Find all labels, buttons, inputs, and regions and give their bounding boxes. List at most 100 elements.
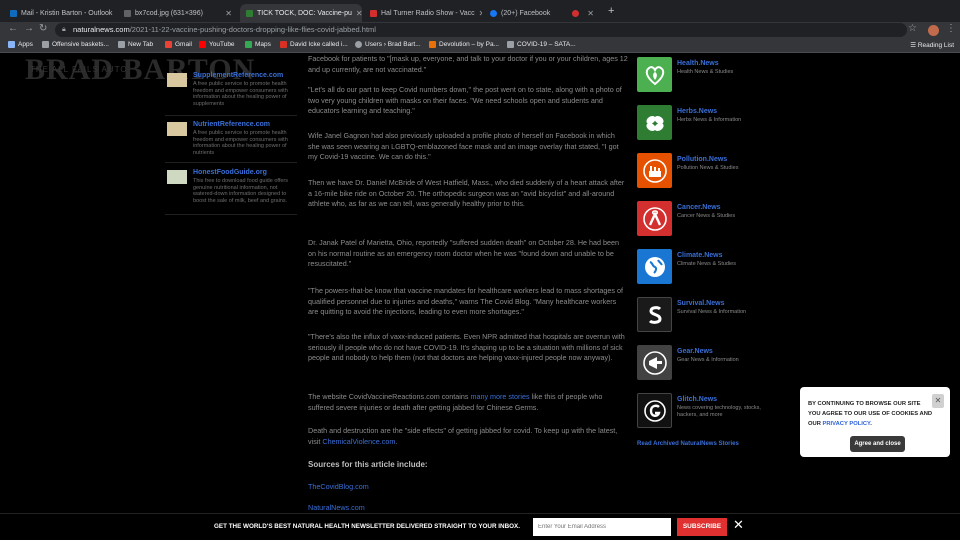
bookmark-david-icke[interactable]: David Icke called i...	[280, 41, 348, 48]
article-text: The website CovidVaccineReactions.com co…	[308, 392, 471, 401]
article-paragraph: Death and destruction are the "side effe…	[308, 426, 628, 447]
sponsor-title[interactable]: NutrientReference.com	[193, 121, 270, 128]
reading-list-icon: ☰	[910, 42, 918, 49]
sponsor-thumbnail	[167, 122, 187, 136]
email-field[interactable]	[533, 518, 671, 536]
subscribe-button[interactable]: SUBSCRIBE	[677, 518, 727, 536]
bookmark-icon	[507, 41, 514, 48]
bookmark-label: YouTube	[209, 41, 235, 48]
youtube-icon	[199, 41, 206, 48]
site-survival[interactable]: Survival.News Survival News & Informatio…	[637, 297, 777, 333]
bookmark-maps[interactable]: Maps	[245, 41, 271, 48]
site-title[interactable]: Pollution.News	[677, 156, 727, 163]
privacy-policy-link[interactable]: PRIVACY POLICY	[823, 421, 871, 427]
s-letter-icon	[637, 297, 672, 332]
bookmark-label: Devolution – by Pa...	[439, 41, 499, 48]
reload-icon[interactable]: ↻	[39, 23, 47, 34]
apps-icon	[8, 41, 15, 48]
close-icon[interactable]: ✕	[587, 9, 594, 18]
lock-icon: 🔒︎	[62, 26, 66, 33]
site-title[interactable]: Glitch.News	[677, 396, 717, 403]
naturalnews-icon	[246, 9, 253, 17]
site-desc: News covering technology, stocks, hacker…	[677, 405, 761, 418]
tab-article[interactable]: TICK TOCK, DOC: Vaccine-pu ✕	[240, 4, 362, 22]
bookmark-label: David Icke called i...	[290, 41, 348, 48]
cookie-message-end: .	[870, 421, 872, 427]
bookmark-covid[interactable]: COVID-19 – SATA...	[507, 41, 576, 48]
close-icon[interactable]: ✕	[733, 517, 744, 533]
leaves-icon	[637, 105, 672, 140]
facebook-icon	[490, 9, 497, 17]
tab-facebook[interactable]: (20+) Facebook ✕	[484, 4, 600, 22]
site-desc: Pollution News & Studies	[677, 165, 739, 171]
site-cancer[interactable]: Cancer.News Cancer News & Studies	[637, 201, 777, 237]
close-icon[interactable]: ✕	[932, 394, 944, 408]
article-link[interactable]: many more stories	[470, 392, 529, 401]
forward-icon[interactable]: →	[24, 23, 34, 34]
avatar[interactable]	[928, 25, 939, 36]
article-paragraph: The website CovidVaccineReactions.com co…	[308, 392, 628, 413]
bookmark-icon	[42, 41, 49, 48]
reading-list-button[interactable]: ☰ Reading List	[910, 41, 954, 49]
site-title[interactable]: Cancer.News	[677, 204, 721, 211]
site-desc: Climate News & Studies	[677, 261, 736, 267]
bookmark-icon	[429, 41, 436, 48]
recording-icon	[572, 9, 580, 17]
bookmark-star-icon[interactable]: ☆	[908, 23, 917, 34]
bookmark-devolution[interactable]: Devolution – by Pa...	[429, 41, 499, 48]
article-paragraph: "Let's all do our part to keep Covid num…	[308, 85, 622, 115]
article-paragraph: "There's also the influx of vaxx-induced…	[308, 332, 625, 362]
toolbar: ← → ↻ 🔒︎ naturalnews.com/2021-11-22-vacc…	[0, 22, 960, 39]
archived-stories-link[interactable]: Read Archived NaturalNews Stories	[637, 441, 739, 447]
address-bar[interactable]: 🔒︎ naturalnews.com/2021-11-22-vaccine-pu…	[55, 23, 907, 37]
site-title[interactable]: Herbs.News	[677, 108, 717, 115]
bookmark-gmail[interactable]: Gmail	[165, 41, 192, 48]
site-glitch[interactable]: Glitch.News News covering technology, st…	[637, 393, 777, 429]
outlook-icon	[10, 9, 17, 17]
site-desc: Health News & Studies	[677, 69, 734, 75]
site-climate[interactable]: Climate.News Climate News & Studies	[637, 249, 777, 285]
site-health[interactable]: Health.News Health News & Studies	[637, 57, 777, 93]
globe-icon	[637, 249, 672, 284]
site-title[interactable]: Survival.News	[677, 300, 724, 307]
bookmark-label: Apps	[18, 41, 33, 48]
site-desc: Gear News & Information	[677, 357, 739, 363]
bookmark-offensive[interactable]: Offensive baskets...	[42, 41, 109, 48]
bookmark-newtab[interactable]: New Tab	[118, 41, 153, 48]
bookmark-icon	[280, 41, 287, 48]
close-icon[interactable]: ✕	[225, 9, 232, 18]
bookmark-apps[interactable]: Apps	[8, 41, 33, 48]
bookmark-label: Gmail	[175, 41, 192, 48]
close-icon[interactable]: ✕	[479, 9, 482, 18]
tab-outlook[interactable]: Mail - Kristin Barton - Outlook ✕	[4, 4, 116, 22]
site-pollution[interactable]: Pollution.News Pollution News & Studies	[637, 153, 777, 189]
site-title[interactable]: Health.News	[677, 60, 719, 67]
sponsor-title[interactable]: HonestFoodGuide.org	[193, 169, 267, 176]
close-icon[interactable]: ✕	[356, 9, 362, 18]
maps-icon	[245, 41, 252, 48]
article-link[interactable]: ChemicalViolence.com	[322, 437, 395, 446]
divider	[165, 214, 297, 215]
site-desc: Cancer News & Studies	[677, 213, 736, 219]
source-link[interactable]: TheCovidBlog.com	[308, 482, 628, 493]
tab-image[interactable]: bx7cod.jpg (631×396) ✕	[118, 4, 238, 22]
site-gear[interactable]: Gear.News Gear News & Information	[637, 345, 777, 381]
image-icon	[124, 9, 131, 17]
sources-heading: Sources for this article include:	[308, 460, 428, 469]
bookmark-users[interactable]: Users › Brad Bart...	[355, 41, 421, 48]
new-tab-button[interactable]: +	[608, 5, 614, 17]
site-herbs[interactable]: Herbs.News Herbs News & Information	[637, 105, 777, 141]
menu-icon[interactable]: ⋮	[946, 23, 956, 34]
url-host: naturalnews.com	[73, 25, 130, 34]
agree-button[interactable]: Agree and close	[850, 436, 905, 452]
sponsor-title[interactable]: SupplementReference.com	[193, 72, 283, 79]
divider	[165, 162, 297, 163]
divider	[165, 115, 297, 116]
tab-hal-turner[interactable]: Hal Turner Radio Show - Vacc ✕	[364, 4, 482, 22]
bookmarks-bar: Apps Offensive baskets... New Tab Gmail …	[0, 39, 960, 53]
site-title[interactable]: Climate.News	[677, 252, 723, 259]
site-title[interactable]: Gear.News	[677, 348, 713, 355]
back-icon[interactable]: ←	[8, 23, 18, 34]
source-link[interactable]: NaturalNews.com	[308, 503, 628, 513]
bookmark-youtube[interactable]: YouTube	[199, 41, 235, 48]
